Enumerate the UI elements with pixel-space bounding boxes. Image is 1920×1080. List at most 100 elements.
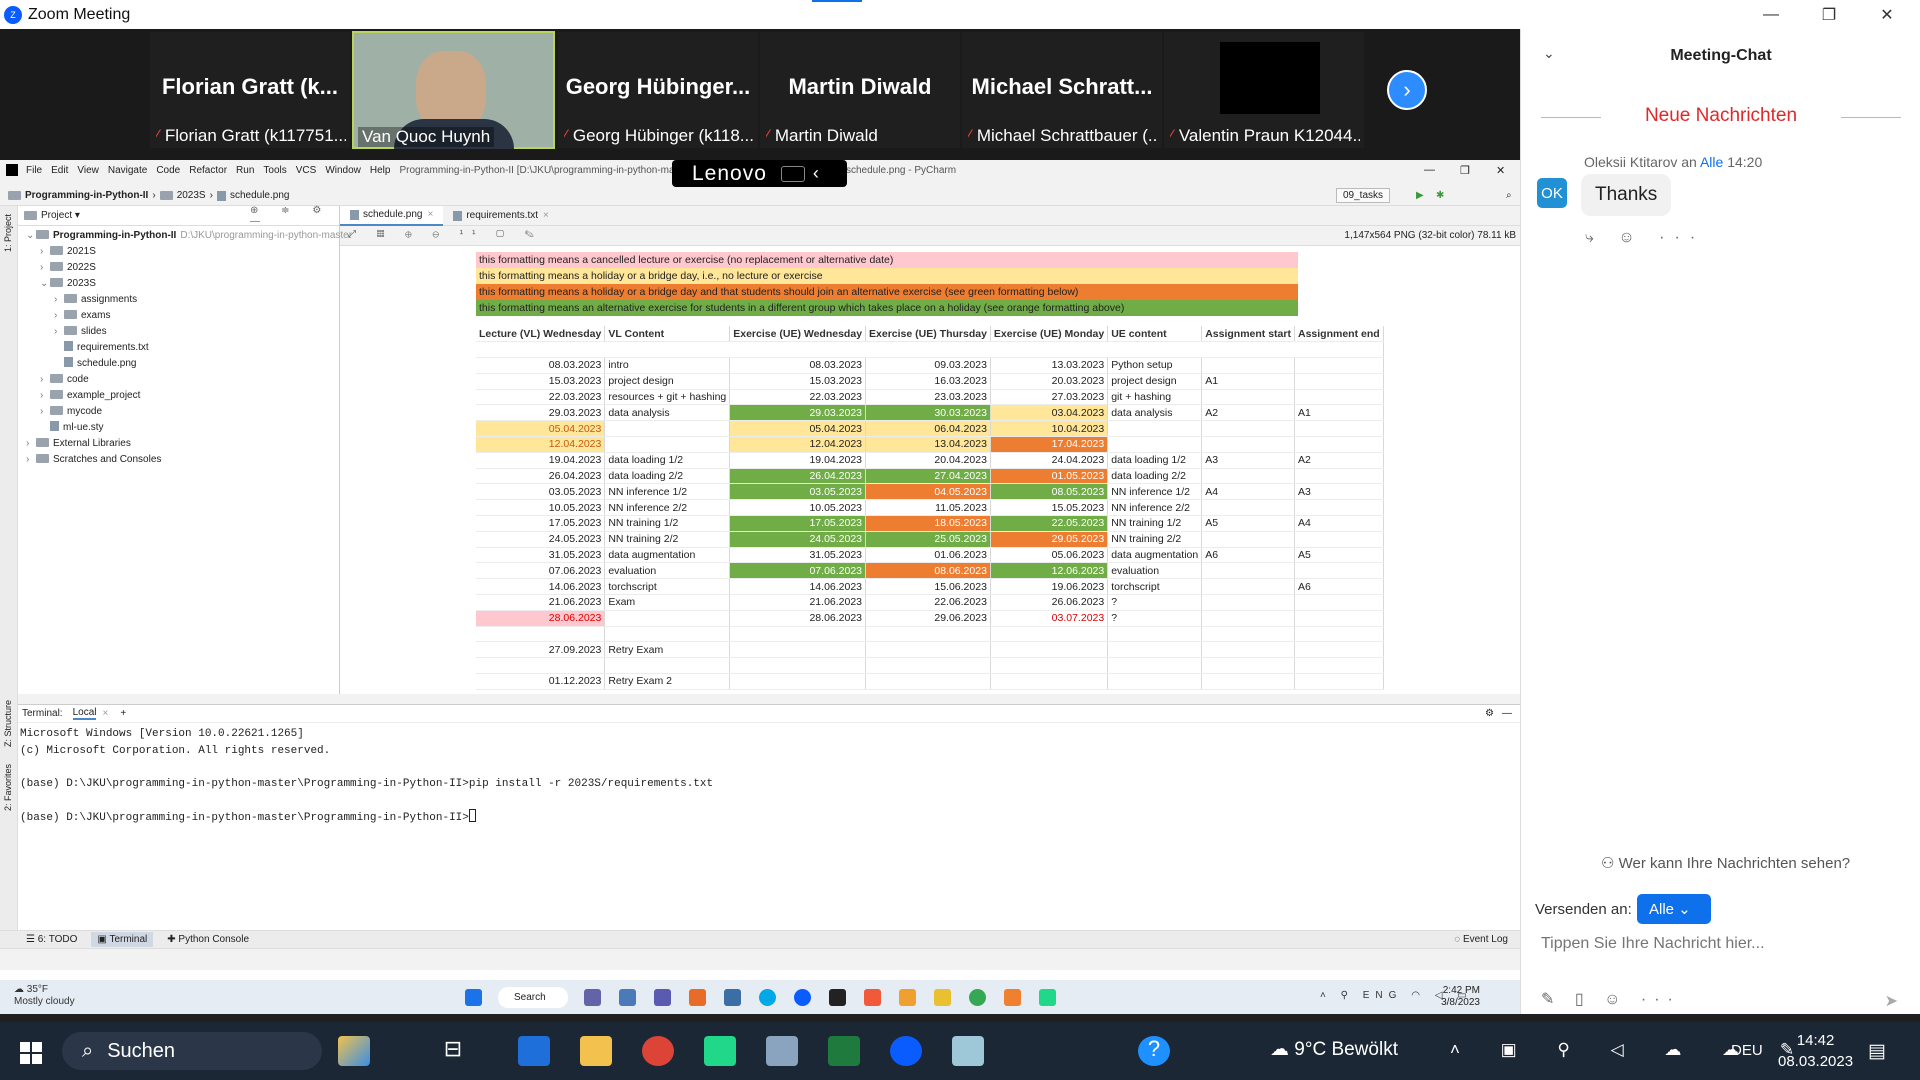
- tree-item[interactable]: ⌄ Programming-in-Python-II D:\JKU\program…: [26, 228, 352, 244]
- run-config-select[interactable]: 09_tasks: [1336, 188, 1391, 203]
- help-icon[interactable]: ?: [1138, 1036, 1170, 1066]
- chevron-icon[interactable]: ›: [40, 404, 50, 420]
- restore-button[interactable]: ❐: [1800, 0, 1858, 29]
- app-icon[interactable]: [724, 989, 741, 1006]
- notification-icon[interactable]: ▤: [1868, 1040, 1886, 1063]
- menu-window[interactable]: Window: [325, 165, 361, 176]
- favorites-tool-tab[interactable]: 2: Favorites: [3, 764, 13, 811]
- tree-item[interactable]: › mycode: [40, 404, 102, 420]
- app-icon[interactable]: [619, 989, 636, 1006]
- chevron-icon[interactable]: ›: [54, 308, 64, 324]
- zoom-icon[interactable]: [794, 989, 811, 1006]
- tree-item[interactable]: › code: [40, 372, 89, 388]
- tree-item[interactable]: › assignments: [54, 292, 137, 308]
- tab-schedule-png[interactable]: schedule.png ×: [340, 205, 444, 226]
- project-tool-tab[interactable]: 1: Project: [3, 214, 13, 252]
- tree-item[interactable]: › example_project: [40, 388, 140, 404]
- participant-tile[interactable]: Georg Hübinger... ⁄ Georg Hübinger (k118.…: [558, 32, 758, 148]
- terminal-output[interactable]: Microsoft Windows [Version 10.0.22621.12…: [18, 723, 1520, 829]
- skype-icon[interactable]: [759, 989, 776, 1006]
- structure-tool-tab[interactable]: Z: Structure: [3, 700, 13, 747]
- search-icon[interactable]: ⌕: [1506, 190, 1512, 201]
- close-icon[interactable]: ×: [428, 209, 434, 220]
- menu-view[interactable]: View: [77, 165, 99, 176]
- menu-navigate[interactable]: Navigate: [108, 165, 147, 176]
- run-icon[interactable]: ▶: [1416, 190, 1424, 201]
- widget-icon[interactable]: [338, 1036, 370, 1066]
- chevron-icon[interactable]: ›: [40, 372, 50, 388]
- participant-tile[interactable]: Florian Gratt (k... ⁄ Florian Gratt (k117…: [150, 32, 350, 148]
- tree-item[interactable]: › 2021S: [40, 244, 96, 260]
- chevron-icon[interactable]: ›: [40, 260, 50, 276]
- teams-icon[interactable]: [584, 989, 601, 1006]
- tree-item[interactable]: requirements.txt: [54, 340, 149, 356]
- excel-icon[interactable]: [828, 1036, 860, 1066]
- menu-code[interactable]: Code: [156, 165, 180, 176]
- gear-icon[interactable]: ⚙: [1485, 708, 1494, 719]
- py-restore-button[interactable]: ❐: [1460, 164, 1470, 177]
- close-button[interactable]: ✕: [1858, 0, 1916, 29]
- menu-edit[interactable]: Edit: [51, 165, 68, 176]
- task-view-icon[interactable]: ⊟: [437, 1036, 469, 1066]
- app-icon[interactable]: [899, 989, 916, 1006]
- message-actions[interactable]: ⤷ ☺ ···: [1585, 229, 1705, 247]
- minimize-button[interactable]: —: [1742, 0, 1800, 29]
- menu-file[interactable]: File: [26, 165, 42, 176]
- app-icon[interactable]: [864, 989, 881, 1006]
- image-tools[interactable]: ⤢ ▦ ⊕ ⊖ ¹¹ ▢ ✎: [348, 229, 543, 240]
- chat-tools[interactable]: ✎ ▯ ☺ ···: [1541, 989, 1681, 1009]
- debug-icon[interactable]: ✱: [1436, 190, 1444, 201]
- app-icon[interactable]: [654, 989, 671, 1006]
- chevron-icon[interactable]: ›: [40, 388, 50, 404]
- send-icon[interactable]: ➤: [1885, 991, 1898, 1011]
- close-icon[interactable]: ×: [102, 708, 108, 719]
- tree-item[interactable]: › Scratches and Consoles: [26, 452, 161, 468]
- app-icon[interactable]: [1004, 989, 1021, 1006]
- chrome-icon[interactable]: [642, 1036, 674, 1066]
- file-explorer-icon[interactable]: [580, 1036, 612, 1066]
- chevron-icon[interactable]: ⌄: [40, 276, 50, 292]
- chevron-icon[interactable]: ⌄: [26, 228, 36, 244]
- screen-icon[interactable]: [780, 165, 805, 182]
- menu-refactor[interactable]: Refactor: [189, 165, 227, 176]
- folder-icon[interactable]: [934, 989, 951, 1006]
- chevron-icon[interactable]: ›: [54, 292, 64, 308]
- menu-run[interactable]: Run: [236, 165, 254, 176]
- tree-item[interactable]: › exams: [54, 308, 110, 324]
- app-icon[interactable]: [952, 1036, 984, 1066]
- menu-tools[interactable]: Tools: [263, 165, 286, 176]
- participant-tile[interactable]: Michael Schratt... ⁄ Michael Schrattbauer…: [962, 32, 1162, 148]
- py-minimize-button[interactable]: —: [1424, 164, 1435, 176]
- next-page-button[interactable]: ›: [1387, 70, 1427, 110]
- chevron-icon[interactable]: ›: [54, 324, 64, 340]
- language[interactable]: ENG: [1363, 990, 1403, 1001]
- mail-icon[interactable]: [518, 1036, 550, 1066]
- menu-vcs[interactable]: VCS: [296, 165, 317, 176]
- collapse-icon[interactable]: ‹: [813, 163, 820, 184]
- participant-tile[interactable]: Martin Diwald ⁄ Martin Diwald: [760, 32, 960, 148]
- start-button[interactable]: [20, 1042, 42, 1064]
- close-icon[interactable]: ×: [543, 210, 549, 221]
- recipient-dropdown[interactable]: Alle ⌄: [1637, 894, 1711, 924]
- zoom-icon[interactable]: [890, 1036, 922, 1066]
- language[interactable]: DEU: [1731, 1042, 1763, 1059]
- chevron-icon[interactable]: ›: [26, 436, 36, 452]
- pycharm-icon[interactable]: [704, 1036, 736, 1066]
- tab-requirements[interactable]: requirements.txt ×: [443, 206, 559, 226]
- chrome-icon[interactable]: [969, 989, 986, 1006]
- tree-item[interactable]: schedule.png: [54, 356, 137, 372]
- start-icon[interactable]: [465, 989, 482, 1006]
- menu-help[interactable]: Help: [370, 165, 391, 176]
- participant-tile[interactable]: ⁄ Valentin Praun K12044...: [1164, 32, 1364, 148]
- terminal-icon[interactable]: [829, 989, 846, 1006]
- panel-tools[interactable]: ⊕ ≑ ⚙ —: [250, 205, 339, 227]
- add-terminal-icon[interactable]: +: [120, 708, 126, 719]
- chat-input[interactable]: [1541, 935, 1901, 953]
- chevron-icon[interactable]: ›: [26, 452, 36, 468]
- tree-item[interactable]: ml-ue.sty: [40, 420, 104, 436]
- py-close-button[interactable]: ✕: [1496, 164, 1505, 177]
- pycharm-icon[interactable]: [1039, 989, 1056, 1006]
- participant-tile-video[interactable]: Van Quoc Huynh: [352, 31, 555, 149]
- app-icon[interactable]: [766, 1036, 798, 1066]
- tree-item[interactable]: › External Libraries: [26, 436, 131, 452]
